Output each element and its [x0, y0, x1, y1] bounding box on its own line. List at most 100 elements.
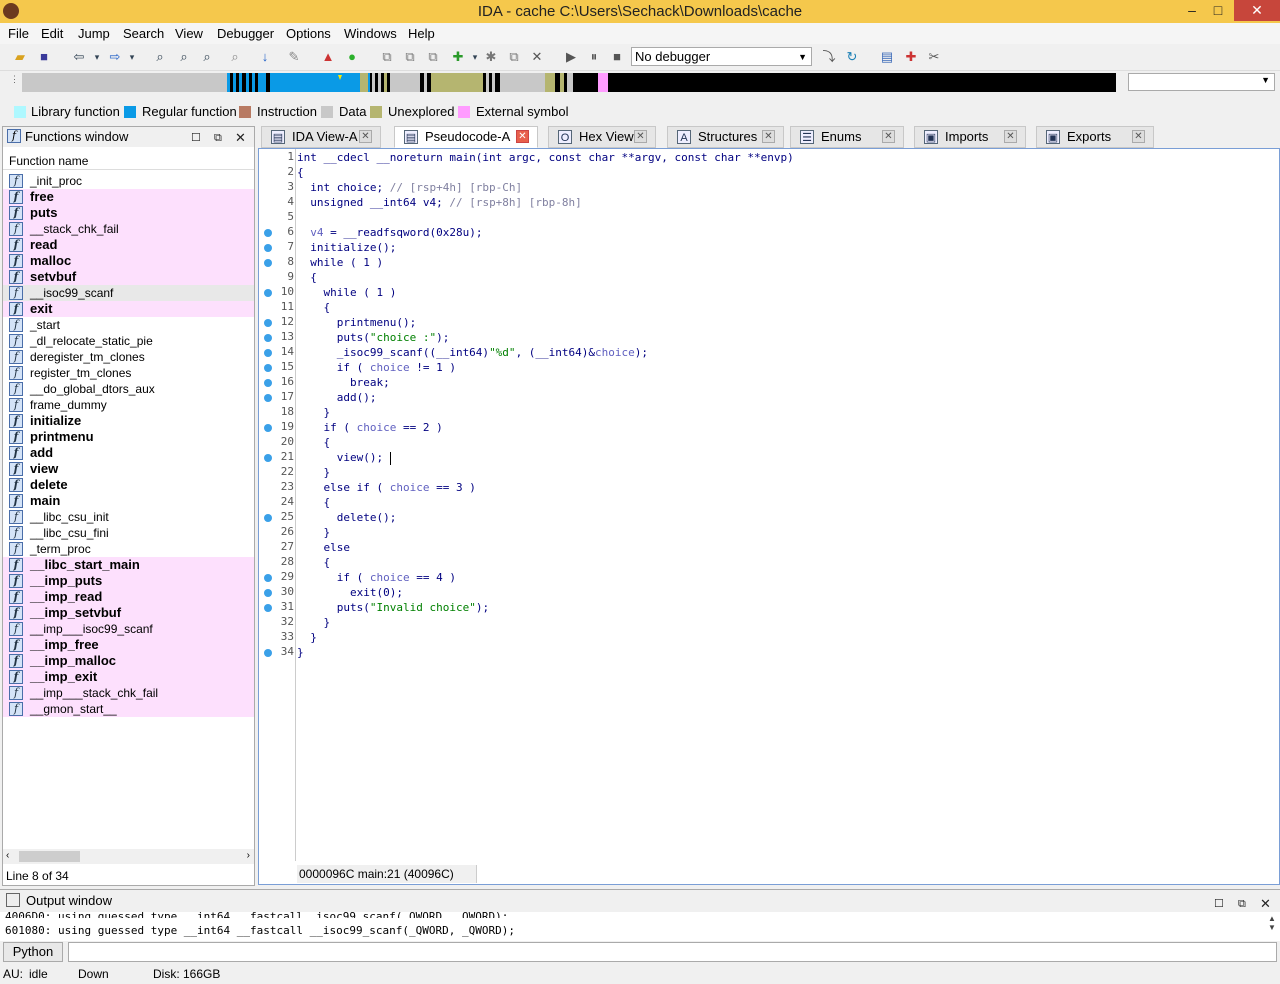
horizontal-scrollbar[interactable]: ‹ › — [3, 849, 254, 864]
function-list-item[interactable]: f setvbuf — [3, 269, 254, 285]
function-list-item[interactable]: f __isoc99_scanf — [3, 285, 254, 301]
breakpoint-dot[interactable] — [264, 604, 272, 612]
data-icon[interactable]: ⧉ — [401, 48, 419, 66]
menu-search[interactable]: Search — [123, 26, 164, 41]
stop-icon[interactable]: ■ — [608, 48, 626, 66]
function-list-item[interactable]: f malloc — [3, 253, 254, 269]
breakpoint-dot[interactable] — [264, 289, 272, 297]
function-list-item[interactable]: f __libc_csu_init — [3, 509, 254, 525]
code-line[interactable]: if ( choice == 2 ) — [297, 420, 442, 435]
tab-imports[interactable]: ▣ Imports ✕ — [914, 126, 1026, 148]
close-tab-icon[interactable]: ✕ — [762, 130, 775, 143]
code-line[interactable]: { — [297, 555, 330, 570]
code-line[interactable]: puts("choice :"); — [297, 330, 450, 345]
struct-icon[interactable]: ⧉ — [505, 48, 523, 66]
code-line[interactable]: { — [297, 435, 330, 450]
breakpoint-settings-icon[interactable]: ✂ — [925, 48, 943, 66]
tab-exports[interactable]: ▣ Exports ✕ — [1036, 126, 1154, 148]
add-breakpoint-icon[interactable]: ✚ — [902, 48, 920, 66]
function-list-item[interactable]: f __imp_free — [3, 637, 254, 653]
search-next-icon[interactable]: ⌕ — [226, 48, 244, 66]
code-line[interactable]: } — [297, 630, 317, 645]
code-line[interactable]: if ( choice == 4 ) — [297, 570, 456, 585]
close-tab-icon[interactable]: ✕ — [882, 130, 895, 143]
menu-windows[interactable]: Windows — [344, 26, 397, 41]
close-tab-icon[interactable]: ✕ — [634, 130, 647, 143]
code-line[interactable]: { — [297, 300, 330, 315]
nav-band-select[interactable]: ▼ — [1128, 73, 1275, 91]
forward-icon[interactable]: ⇨ — [106, 48, 124, 66]
function-list-item[interactable]: f frame_dummy — [3, 397, 254, 413]
tab-ida-view-a[interactable]: ▤ IDA View-A ✕ — [261, 126, 381, 148]
function-list-item[interactable]: f __imp_setvbuf — [3, 605, 254, 621]
code-line[interactable]: int choice; // [rsp+4h] [rbp-Ch] — [297, 180, 522, 195]
python-button[interactable]: Python — [3, 942, 63, 962]
breakpoint-dot[interactable] — [264, 364, 272, 372]
tab-pseudocode-a[interactable]: ▤ Pseudocode-A ✕ — [394, 126, 538, 148]
vertical-scrollbar[interactable]: ▲ ▼ — [1266, 914, 1278, 940]
breakpoint-dot[interactable] — [264, 229, 272, 237]
navigation-band[interactable] — [22, 73, 1116, 92]
open-icon[interactable]: ▰ — [11, 48, 29, 66]
function-list-item[interactable]: f __imp_read — [3, 589, 254, 605]
add-function-icon[interactable]: ✚ — [449, 48, 467, 66]
code-line[interactable]: } — [297, 615, 330, 630]
tab-structures[interactable]: A Structures ✕ — [667, 126, 784, 148]
code-icon[interactable]: ⧉ — [378, 48, 396, 66]
breakpoint-dot[interactable] — [264, 394, 272, 402]
code-line[interactable]: if ( choice != 1 ) — [297, 360, 456, 375]
close-tab-icon[interactable]: ✕ — [516, 130, 529, 143]
float-icon[interactable]: ☐ — [191, 129, 201, 148]
undefine-icon[interactable]: ✱ — [482, 48, 500, 66]
code-line[interactable]: delete(); — [297, 510, 397, 525]
save-icon[interactable]: ■ — [35, 48, 53, 66]
breakpoint-dot[interactable] — [264, 379, 272, 387]
code-line[interactable]: } — [297, 405, 330, 420]
function-list-item[interactable]: f view — [3, 461, 254, 477]
close-button[interactable]: ✕ — [1234, 0, 1280, 21]
tab-enums[interactable]: ☰ Enums ✕ — [790, 126, 904, 148]
breakpoint-dot[interactable] — [264, 334, 272, 342]
function-list-item[interactable]: f free — [3, 189, 254, 205]
code-line[interactable]: v4 = __readfsqword(0x28u); — [297, 225, 482, 240]
search-text-icon[interactable]: ⌕ — [175, 48, 193, 66]
menu-view[interactable]: View — [175, 26, 203, 41]
close-tab-icon[interactable]: ✕ — [1132, 130, 1145, 143]
breakpoint-dot[interactable] — [264, 424, 272, 432]
breakpoint-dot[interactable] — [264, 514, 272, 522]
back-icon[interactable]: ⇦ — [70, 48, 88, 66]
code-line[interactable]: add(); — [297, 390, 377, 405]
code-line[interactable]: int __cdecl __noreturn main(int argc, co… — [297, 150, 794, 165]
code-line[interactable]: else if ( choice == 3 ) — [297, 480, 475, 495]
breakpoint-dot[interactable] — [264, 259, 272, 267]
code-line[interactable]: } — [297, 525, 330, 540]
code-line[interactable]: } — [297, 645, 304, 660]
function-list-item[interactable]: f register_tm_clones — [3, 365, 254, 381]
float-icon[interactable]: ☐ — [1214, 894, 1224, 915]
close-tab-icon[interactable]: ✕ — [1004, 130, 1017, 143]
menu-edit[interactable]: Edit — [41, 26, 63, 41]
menu-file[interactable]: File — [8, 26, 29, 41]
menu-jump[interactable]: Jump — [78, 26, 110, 41]
pause-icon[interactable]: ⏸ — [585, 48, 603, 66]
function-list-item[interactable]: f _start — [3, 317, 254, 333]
breakpoint-dot[interactable] — [264, 349, 272, 357]
function-list-item[interactable]: f __do_global_dtors_aux — [3, 381, 254, 397]
code-line[interactable]: printmenu(); — [297, 315, 416, 330]
ascii-icon[interactable]: ⧉ — [424, 48, 442, 66]
code-line[interactable]: _isoc99_scanf((__int64)"%d", (__int64)&c… — [297, 345, 648, 360]
search-immediate-icon[interactable]: ⌕ — [198, 48, 216, 66]
close-icon[interactable]: ✕ — [235, 128, 246, 147]
breakpoint-dot[interactable] — [264, 244, 272, 252]
code-line[interactable]: else — [297, 540, 350, 555]
function-list-item[interactable]: f deregister_tm_clones — [3, 349, 254, 365]
code-line[interactable]: while ( 1 ) — [297, 255, 383, 270]
function-list-item[interactable]: f __imp_exit — [3, 669, 254, 685]
function-list-item[interactable]: f __gmon_start__ — [3, 701, 254, 717]
breakpoint-dot[interactable] — [264, 454, 272, 462]
code-line[interactable]: { — [297, 495, 330, 510]
code-line[interactable]: { — [297, 165, 304, 180]
back-dropdown-icon[interactable]: ▾ — [88, 48, 106, 66]
step-into-icon[interactable]: ⤵ — [820, 48, 838, 66]
function-list-item[interactable]: f __stack_chk_fail — [3, 221, 254, 237]
